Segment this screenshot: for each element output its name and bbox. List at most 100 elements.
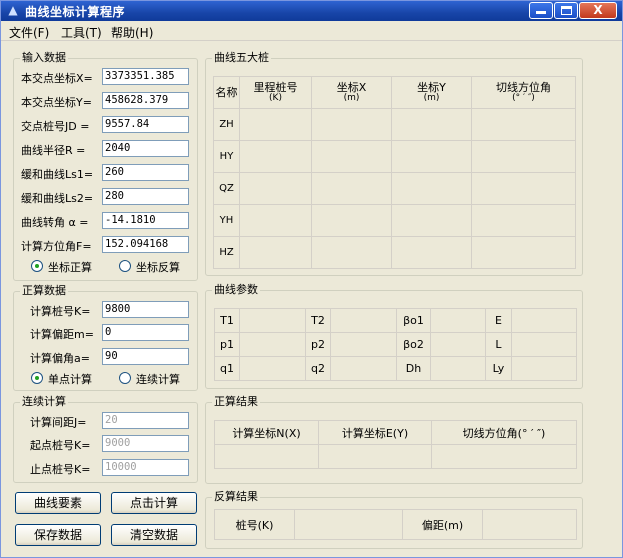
ls2-input[interactable]: 280 bbox=[102, 188, 189, 205]
radio-continuous-label[interactable]: 连续计算 bbox=[136, 371, 180, 387]
table-row: p1 p2 βo2 L bbox=[214, 332, 577, 357]
table-row bbox=[214, 444, 577, 469]
param-value[interactable] bbox=[511, 308, 577, 333]
close-button[interactable]: X bbox=[579, 2, 617, 19]
param-value[interactable] bbox=[430, 308, 486, 333]
table-row: HZ bbox=[213, 236, 576, 269]
param-value[interactable] bbox=[430, 332, 486, 357]
table-cell[interactable] bbox=[311, 236, 392, 269]
field-label: 起点桩号K= bbox=[30, 439, 91, 452]
radio-continuous[interactable] bbox=[119, 372, 131, 384]
param-value[interactable] bbox=[511, 356, 577, 381]
maximize-button[interactable] bbox=[554, 2, 578, 19]
table-row: HY bbox=[213, 140, 576, 173]
start-station-input[interactable]: 9000 bbox=[102, 435, 189, 452]
menu-tools[interactable]: 工具(T) bbox=[61, 24, 102, 41]
field-label: 本交点坐标X= bbox=[21, 72, 93, 85]
table-cell[interactable] bbox=[391, 108, 472, 141]
column-header: 切线方位角(° ′ ″) bbox=[431, 420, 577, 445]
calc-station-input[interactable]: 9800 bbox=[102, 301, 189, 318]
five-stakes-title: 曲线五大桩 bbox=[214, 51, 269, 64]
table-row: QZ bbox=[213, 172, 576, 205]
intersection-x-input[interactable]: 3373351.385 bbox=[102, 68, 189, 85]
field-label: 计算桩号K= bbox=[30, 305, 91, 318]
param-value[interactable] bbox=[511, 332, 577, 357]
click-calc-button[interactable]: 点击计算 bbox=[111, 492, 197, 514]
table-cell[interactable] bbox=[239, 204, 312, 237]
offset-value[interactable] bbox=[482, 509, 577, 540]
interval-input[interactable]: 20 bbox=[102, 412, 189, 429]
radio-single-point[interactable] bbox=[31, 372, 43, 384]
param-label: L bbox=[485, 332, 512, 357]
column-header: 坐标X (m) bbox=[311, 76, 392, 109]
end-station-input[interactable]: 10000 bbox=[102, 459, 189, 476]
table-cell[interactable] bbox=[239, 236, 312, 269]
radio-inverse-calc-label[interactable]: 坐标反算 bbox=[136, 259, 180, 275]
param-value[interactable] bbox=[330, 332, 397, 357]
offset-input[interactable]: 0 bbox=[102, 324, 189, 341]
table-cell[interactable] bbox=[239, 140, 312, 173]
table-cell[interactable] bbox=[471, 140, 576, 173]
row-label: QZ bbox=[213, 172, 240, 205]
jd-station-input[interactable]: 9557.84 bbox=[102, 116, 189, 133]
table-row: q1 q2 Dh Ly bbox=[214, 356, 577, 381]
param-label: βo1 bbox=[396, 308, 431, 333]
table-cell[interactable] bbox=[311, 204, 392, 237]
offset-label: 偏距(m) bbox=[402, 509, 483, 540]
menu-bar: 文件(F) 工具(T) 帮助(H) bbox=[1, 21, 622, 41]
result-cell[interactable] bbox=[318, 444, 432, 469]
table-cell[interactable] bbox=[239, 172, 312, 205]
minimize-button[interactable] bbox=[529, 2, 553, 19]
field-label: 计算偏距m= bbox=[30, 328, 94, 341]
param-value[interactable] bbox=[330, 356, 397, 381]
table-cell[interactable] bbox=[311, 172, 392, 205]
result-cell[interactable] bbox=[431, 444, 577, 469]
forward-data-title: 正算数据 bbox=[22, 284, 66, 297]
radio-forward-calc-label[interactable]: 坐标正算 bbox=[48, 259, 92, 275]
azimuth-input[interactable]: 152.094168 bbox=[102, 236, 189, 253]
param-value[interactable] bbox=[330, 308, 397, 333]
table-cell[interactable] bbox=[311, 140, 392, 173]
forward-result-table: 计算坐标N(X) 计算坐标E(Y) 切线方位角(° ′ ″) bbox=[214, 420, 577, 469]
param-value[interactable] bbox=[239, 332, 306, 357]
radio-forward-calc[interactable] bbox=[31, 260, 43, 272]
radio-inverse-calc[interactable] bbox=[119, 260, 131, 272]
table-cell[interactable] bbox=[391, 140, 472, 173]
table-cell[interactable] bbox=[471, 236, 576, 269]
field-label: 缓和曲线Ls2= bbox=[21, 192, 94, 205]
ls1-input[interactable]: 260 bbox=[102, 164, 189, 181]
curve-elements-button[interactable]: 曲线要素 bbox=[15, 492, 101, 514]
clear-data-button[interactable]: 清空数据 bbox=[111, 524, 197, 546]
inverse-result-table: 桩号(K) 偏距(m) bbox=[214, 509, 577, 540]
table-cell[interactable] bbox=[311, 108, 392, 141]
param-label: q2 bbox=[305, 356, 331, 381]
table-cell[interactable] bbox=[471, 108, 576, 141]
table-cell[interactable] bbox=[391, 236, 472, 269]
offset-angle-input[interactable]: 90 bbox=[102, 348, 189, 365]
table-cell[interactable] bbox=[471, 204, 576, 237]
result-cell[interactable] bbox=[214, 444, 319, 469]
table-cell[interactable] bbox=[471, 172, 576, 205]
window-title: 曲线坐标计算程序 bbox=[25, 5, 126, 19]
station-value[interactable] bbox=[294, 509, 403, 540]
column-header: 名称 bbox=[213, 76, 240, 109]
table-cell[interactable] bbox=[391, 204, 472, 237]
deflection-angle-input[interactable]: -14.1810 bbox=[102, 212, 189, 229]
table-header-row: 名称 里程桩号 (K) 坐标X (m) 坐标Y (m) 切线方位角 (° ′ ″) bbox=[213, 76, 576, 109]
param-value[interactable] bbox=[239, 308, 306, 333]
table-cell[interactable] bbox=[391, 172, 472, 205]
field-label: 缓和曲线Ls1= bbox=[21, 168, 94, 181]
field-label: 曲线转角 α = bbox=[21, 216, 89, 229]
save-data-button[interactable]: 保存数据 bbox=[15, 524, 101, 546]
title-bar[interactable]: ▲ 曲线坐标计算程序 X bbox=[1, 1, 622, 21]
param-label: βo2 bbox=[396, 332, 431, 357]
radio-single-point-label[interactable]: 单点计算 bbox=[48, 371, 92, 387]
menu-help[interactable]: 帮助(H) bbox=[111, 24, 153, 41]
table-cell[interactable] bbox=[239, 108, 312, 141]
menu-file[interactable]: 文件(F) bbox=[9, 24, 49, 41]
param-value[interactable] bbox=[239, 356, 306, 381]
table-row: T1 T2 βo1 E bbox=[214, 308, 577, 333]
intersection-y-input[interactable]: 458628.379 bbox=[102, 92, 189, 109]
radius-input[interactable]: 2040 bbox=[102, 140, 189, 157]
param-value[interactable] bbox=[430, 356, 486, 381]
